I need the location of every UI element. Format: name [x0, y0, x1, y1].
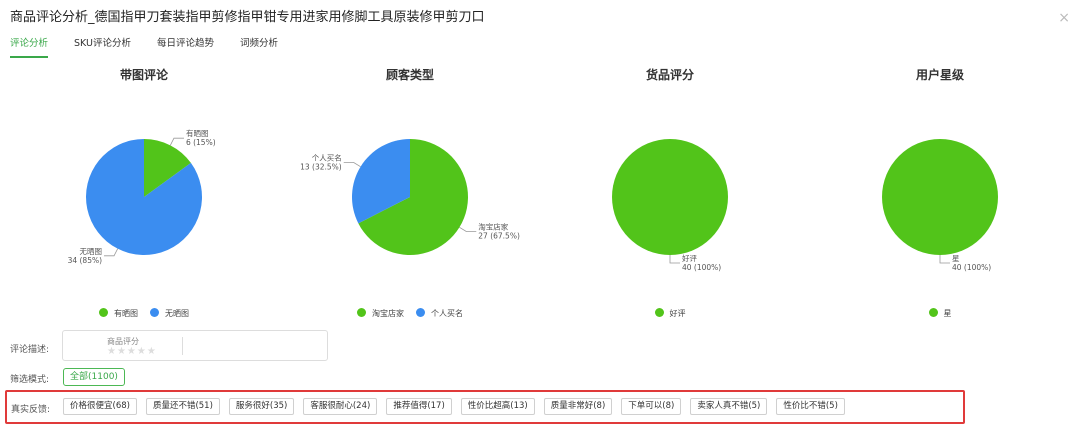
legend-item[interactable]: 星: [928, 308, 952, 319]
legend-item[interactable]: 无晒图: [150, 308, 189, 319]
chart-customer-type: 淘宝店家 27 (67.5%) 个人买名 13 (32.5%) 顾客类型 淘宝店家 个人…: [280, 64, 540, 334]
slice-value-label: 27 (67.5%): [478, 231, 520, 240]
legend-label: 好评: [669, 309, 686, 318]
slice-label: 星: [952, 254, 960, 263]
feedback-tag[interactable]: 性价比不错(5): [776, 398, 845, 415]
legend-item[interactable]: 个人买名: [416, 308, 463, 319]
legend-label: 淘宝店家: [372, 309, 404, 318]
pie-svg: 有晒图6 (15%) 无晒图34 (85%): [68, 128, 216, 265]
feedback-tag[interactable]: 客服很耐心(24): [303, 398, 378, 415]
real-feedback-panel: 真实反馈: 价格很便宜(68) 质量还不错(51) 服务很好(35) 客服很耐心(24…: [5, 390, 965, 424]
scrollbar[interactable]: [1073, 40, 1080, 425]
legend-dot-icon: [99, 308, 108, 317]
slice-value-label: 13 (32.5%): [300, 163, 342, 172]
chart-legend: 有晒图 无晒图: [14, 308, 274, 319]
window-title-bar: 商品评论分析_德国指甲刀套装指甲剪修指甲钳专用进家用修脚工具原装修甲剪刀口 ×: [10, 8, 1070, 32]
legend-label: 星: [943, 309, 952, 318]
chart-title: 货品评分: [645, 68, 694, 82]
leader-line: [669, 255, 680, 264]
pie-slice[interactable]: [882, 139, 998, 255]
chart-title: 顾客类型: [385, 68, 434, 82]
slice-label: 无晒图: [80, 247, 103, 256]
feedback-tag[interactable]: 服务很好(35): [228, 398, 295, 415]
description-box[interactable]: 商品评分 ★★★★★: [62, 330, 328, 361]
legend-item[interactable]: 淘宝店家: [357, 308, 404, 319]
legend-label: 个人买名: [431, 309, 463, 318]
filter-all-button[interactable]: 全部(1100): [63, 368, 125, 386]
leader-line: [104, 248, 119, 257]
description-label: 评论描述:: [10, 345, 50, 355]
legend-dot-icon: [416, 308, 425, 317]
feedback-label: 真实反馈:: [11, 405, 51, 415]
tab-bar: 评论分析 SKU评论分析 每日评论趋势 词频分析: [10, 36, 304, 60]
feedback-tag[interactable]: 卖家人真不错(5): [690, 398, 768, 415]
legend-dot-icon: [357, 308, 366, 317]
chart-legend: 好评: [540, 308, 800, 319]
tab-daily-review-trend[interactable]: 每日评论趋势: [157, 36, 214, 58]
window-title: 商品评论分析_德国指甲刀套装指甲剪修指甲钳专用进家用修脚工具原装修甲剪刀口: [10, 10, 485, 25]
leader-line: [459, 226, 477, 232]
feedback-tag[interactable]: 推荐值得(17): [386, 398, 452, 415]
feedback-tag[interactable]: 质量还不错(51): [145, 398, 220, 415]
pie-svg: 好评40 (100%): [612, 139, 728, 272]
chart-title: 用户星级: [915, 68, 964, 82]
slice-value-label: 40 (100%): [952, 263, 991, 272]
leader-line: [169, 137, 184, 146]
pie-svg: 淘宝店家27 (67.5%) 个人买名13 (32.5%): [300, 139, 520, 255]
legend-item[interactable]: 有晒图: [99, 308, 138, 319]
slice-label: 有晒图: [186, 128, 209, 138]
close-icon[interactable]: ×: [1058, 10, 1070, 26]
slice-label: 好评: [682, 253, 697, 263]
legend-label: 有晒图: [114, 309, 138, 318]
tab-word-frequency[interactable]: 词频分析: [240, 36, 278, 58]
legend-dot-icon: [928, 308, 938, 317]
feedback-tag[interactable]: 性价比超高(13): [460, 398, 535, 415]
pie-svg: 星40 (100%): [882, 139, 998, 272]
chart-legend: 淘宝店家 个人买名: [280, 308, 540, 319]
slice-label: 个人买名: [312, 153, 342, 163]
slice-value-label: 6 (15%): [186, 138, 216, 147]
divider: [182, 337, 183, 355]
chart-title: 带图评论: [119, 68, 168, 82]
pie-slice[interactable]: [612, 139, 728, 255]
star-rating[interactable]: ★★★★★: [107, 346, 157, 357]
chart-product-rating: 好评 40 (100%) 货品评分 好评: [540, 64, 800, 334]
leader-line: [939, 255, 950, 264]
chart-legend: 星: [810, 308, 1070, 319]
legend-item[interactable]: 好评: [654, 308, 686, 319]
feedback-tag-list: 价格很便宜(68) 质量还不错(51) 服务很好(35) 客服很耐心(24) 推荐值得(…: [63, 398, 854, 415]
feedback-tag[interactable]: 下单可以(8): [621, 398, 682, 415]
chart-user-stars: 星 40 (100%) 用户星级 星: [810, 64, 1070, 334]
feedback-tag[interactable]: 价格很便宜(68): [63, 398, 137, 415]
feedback-tag[interactable]: 质量非常好(8): [543, 398, 613, 415]
slice-value-label: 34 (85%): [68, 256, 103, 265]
chart-photo-reviews: 有晒图 6 (15%) 无晒图 34 (85%) 带图评论 有晒图 无晒图: [14, 64, 274, 334]
legend-dot-icon: [150, 308, 159, 317]
slice-label: 淘宝店家: [478, 221, 508, 231]
tab-sku-review-analysis[interactable]: SKU评论分析: [74, 36, 131, 58]
filter-mode-label: 筛选模式:: [10, 375, 50, 385]
legend-label: 无晒图: [165, 309, 189, 318]
slice-value-label: 40 (100%): [682, 263, 721, 272]
tab-review-analysis[interactable]: 评论分析: [10, 36, 49, 58]
legend-dot-icon: [654, 308, 664, 317]
leader-line: [343, 162, 361, 168]
